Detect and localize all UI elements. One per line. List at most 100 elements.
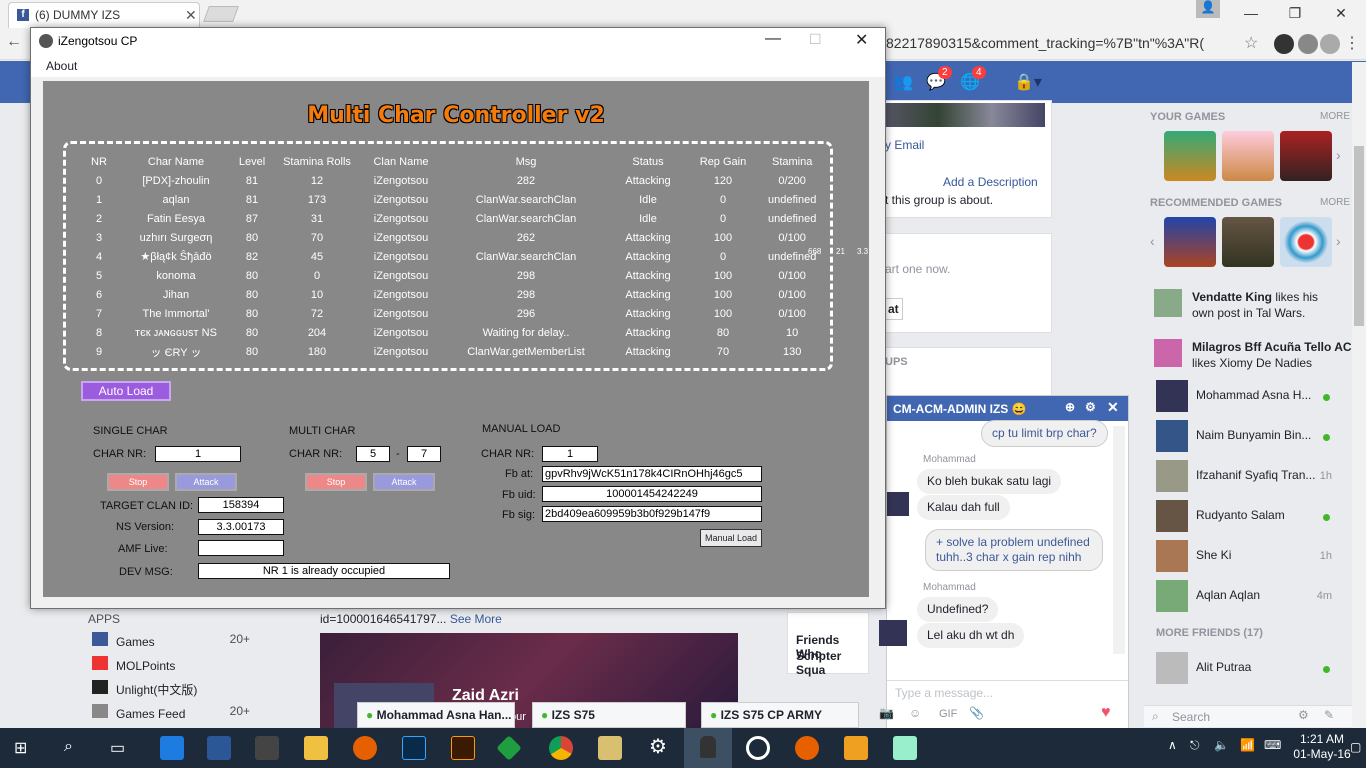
browser-tab[interactable]: f (6) DUMMY IZS ✕ — [8, 2, 200, 28]
tray-chevron-icon[interactable]: ∧ — [1168, 738, 1177, 752]
edge-icon[interactable] — [160, 736, 184, 760]
tab-close-icon[interactable]: ✕ — [185, 7, 197, 24]
chevron-right-icon[interactable]: › — [1336, 147, 1341, 163]
compose-icon[interactable]: ✎ — [1324, 708, 1334, 722]
fb-uid-input[interactable]: 100001454242249 — [542, 486, 762, 502]
single-char-nr-input[interactable]: 1 — [155, 446, 241, 462]
extension-icon[interactable] — [1274, 34, 1294, 54]
multi-char-to-input[interactable]: 7 — [407, 446, 441, 462]
chat-scrollbar[interactable] — [1113, 426, 1125, 654]
target-clan-input[interactable]: 158394 — [198, 497, 284, 513]
app-titlebar[interactable]: iZengotsou CP — ☐ ✕ — [31, 28, 885, 55]
new-tab-button[interactable] — [203, 6, 239, 22]
game-tile-archery[interactable] — [1280, 217, 1332, 267]
close-icon[interactable]: ✕ — [1107, 399, 1119, 416]
notifications-icon[interactable]: 🌐 4 — [960, 66, 986, 91]
heart-icon[interactable]: ♥ — [1101, 704, 1111, 722]
file-explorer-icon[interactable] — [304, 736, 328, 760]
friends-icon[interactable]: 👥 — [893, 72, 915, 91]
avatar[interactable] — [1154, 289, 1182, 317]
message-input[interactable]: Type a message... — [887, 680, 1128, 704]
wifi-icon[interactable]: 📶 — [1240, 738, 1255, 752]
friend-item[interactable]: Rudyanto Salam — [1156, 500, 1346, 536]
ticker-item[interactable]: Milagros Bff Acuña Tello AC likes Xiomy … — [1192, 339, 1352, 371]
account-menu-icon[interactable]: 🔒▾ — [1014, 72, 1054, 91]
attach-icon[interactable]: 📎 — [969, 706, 984, 720]
start-button[interactable]: at — [885, 298, 903, 320]
chat-title[interactable]: CM-ACM-ADMIN IZS 😄 — [893, 402, 1027, 416]
chat-tab[interactable]: ● Mohammad Asna Han... — [357, 702, 515, 728]
media-player-icon[interactable] — [844, 736, 868, 760]
chat-header[interactable]: CM-ACM-ADMIN IZS 😄 ⊕ ⚙ ✕ — [887, 396, 1128, 421]
extension-icon[interactable] — [1298, 34, 1318, 54]
back-arrow-icon[interactable]: ← — [6, 33, 22, 51]
search-input[interactable]: Search — [1172, 710, 1210, 724]
dev-msg-field[interactable]: NR 1 is already occupied — [198, 563, 450, 579]
add-person-icon[interactable]: ⊕ — [1065, 400, 1075, 414]
sidebar-item-games[interactable]: Games 20+ — [88, 632, 268, 656]
word-icon[interactable] — [207, 736, 231, 760]
store-icon[interactable] — [255, 736, 279, 760]
game-tile-street-race[interactable] — [1164, 217, 1216, 267]
manual-char-nr-input[interactable]: 1 — [542, 446, 598, 462]
firefox-icon[interactable] — [795, 736, 819, 760]
chat-search-bar[interactable]: ⌕ Search ⚙ ✎ — [1144, 705, 1352, 727]
multi-attack-button[interactable]: Attack — [373, 473, 435, 491]
see-more-link[interactable]: See More — [450, 612, 502, 626]
recommended-more-link[interactable]: MORE — [1320, 197, 1350, 208]
gear-icon[interactable]: ⚙ — [1085, 400, 1096, 414]
maximize-button[interactable]: ❐ — [1272, 2, 1318, 24]
single-attack-button[interactable]: Attack — [175, 473, 237, 491]
folder-icon[interactable] — [598, 736, 622, 760]
chevron-right-icon[interactable]: › — [1336, 233, 1341, 249]
manual-load-button[interactable]: Manual Load — [700, 529, 762, 547]
extension-icon[interactable] — [1320, 34, 1340, 54]
fb-at-input[interactable]: gpvRhv9jWcK51n178k4CIRnOHhj46gc5 — [542, 466, 762, 482]
app-icon[interactable] — [893, 736, 917, 760]
game-tile[interactable] — [1222, 217, 1274, 267]
chat-tab[interactable]: ● IZS S75 CP ARMY — [701, 702, 859, 728]
taskbar-active-app[interactable] — [684, 728, 732, 768]
friend-item[interactable]: Mohammad Asna H... — [1156, 380, 1346, 416]
sidebar-item-unlight[interactable]: Unlight(中文版) — [88, 680, 268, 704]
bookmark-star-icon[interactable]: ☆ — [1244, 33, 1258, 53]
friend-item[interactable]: She Ki 1h — [1156, 540, 1346, 576]
chat-tab[interactable]: ● IZS S75 — [532, 702, 686, 728]
task-view-icon[interactable]: ▭ — [110, 738, 125, 758]
illustrator-icon[interactable] — [451, 736, 475, 760]
friend-item[interactable]: Aqlan Aqlan 4m — [1156, 580, 1346, 616]
messages-icon[interactable]: 💬 2 — [926, 66, 952, 91]
multi-char-from-input[interactable]: 5 — [356, 446, 390, 462]
profile-icon[interactable]: 👤 — [1196, 0, 1220, 18]
tray-icon[interactable]: ⎋ — [1190, 738, 1200, 753]
scrollbar-thumb[interactable] — [1354, 146, 1364, 326]
ticker-item[interactable]: Vendatte King likes his own post in Tal … — [1192, 289, 1342, 321]
gear-icon[interactable]: ⚙ — [1298, 708, 1309, 722]
avatar[interactable] — [1154, 339, 1182, 367]
firefox-icon[interactable] — [353, 736, 377, 760]
amf-live-field[interactable] — [198, 540, 284, 556]
url-field[interactable]: 82217890315&comment_tracking=%7B"tn"%3A"… — [886, 35, 1250, 51]
game-tile[interactable] — [1222, 131, 1274, 181]
friend-item[interactable]: Naim Bunyamin Bin... — [1156, 420, 1346, 456]
app-icon[interactable] — [746, 736, 770, 760]
multi-stop-button[interactable]: Stop — [305, 473, 367, 491]
settings-gear-icon[interactable]: ⚙ — [649, 734, 667, 759]
minimize-button[interactable]: — — [765, 30, 781, 48]
windows-start-icon[interactable]: ⊞ — [14, 738, 27, 758]
game-tile[interactable] — [1280, 131, 1332, 181]
email-link[interactable]: y Email — [885, 138, 924, 152]
add-description-link[interactable]: Add a Description — [943, 175, 1038, 189]
volume-icon[interactable]: 🔈 — [1214, 738, 1229, 752]
close-button[interactable]: ✕ — [1318, 2, 1364, 24]
search-icon[interactable]: ⌕ — [64, 738, 73, 756]
camera-icon[interactable]: 📷 — [879, 706, 894, 720]
game-tile-ninja-saga[interactable] — [1164, 131, 1216, 181]
photoshop-icon[interactable] — [402, 736, 426, 760]
gif-button[interactable]: GIF — [939, 708, 957, 720]
close-button[interactable]: ✕ — [855, 30, 868, 50]
chrome-icon[interactable] — [549, 736, 573, 760]
clock[interactable]: 1:21 AM 01-May-16 — [1290, 732, 1354, 762]
emoji-icon[interactable]: ☺ — [909, 706, 921, 720]
ns-version-field[interactable]: 3.3.00173 — [198, 519, 284, 535]
